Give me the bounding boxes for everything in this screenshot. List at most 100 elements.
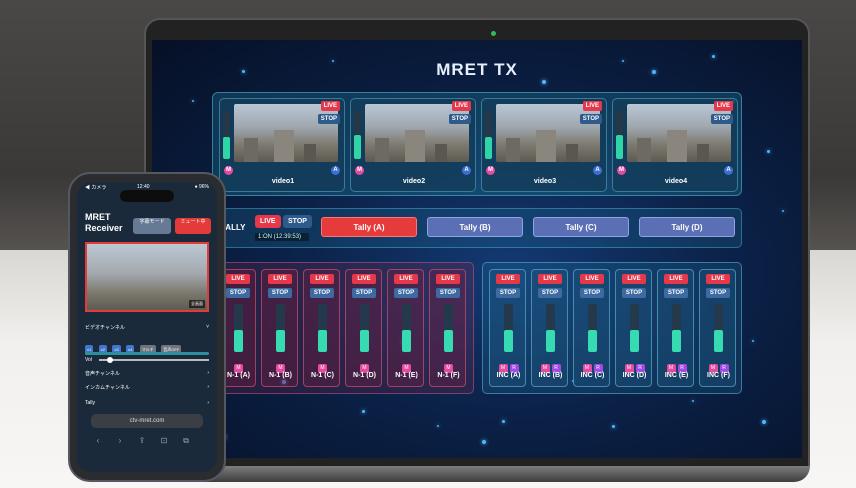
video-a-button[interactable]: A: [331, 166, 340, 175]
channel-live-button[interactable]: LIVE: [496, 274, 520, 284]
star-dot: [712, 55, 715, 58]
channel-stop-button[interactable]: STOP: [706, 288, 730, 298]
video-live-button[interactable]: LIVE: [582, 101, 602, 111]
star-dot: [767, 150, 770, 153]
inc-channel-4: LIVE STOP M R INC (D): [615, 269, 652, 387]
video-label: video1: [271, 178, 295, 185]
video-stop-button[interactable]: STOP: [317, 114, 340, 124]
channel-stop-button[interactable]: STOP: [622, 288, 646, 298]
n1-channel-4: LIVE STOP M N-1 (D): [345, 269, 382, 387]
channel-stop-button[interactable]: STOP: [580, 288, 604, 298]
channel-stop-button[interactable]: STOP: [352, 288, 376, 298]
channel-stop-button[interactable]: STOP: [436, 288, 460, 298]
channel-label: N-1 (B): [269, 372, 292, 379]
tally-row[interactable]: Tally ›: [85, 400, 209, 406]
intercom-channel-row[interactable]: インカムチャンネル ›: [85, 384, 209, 391]
channel-stop-button[interactable]: STOP: [310, 288, 334, 298]
video-thumbnail[interactable]: [234, 104, 338, 162]
status-back-label[interactable]: ◀ カメラ: [85, 184, 106, 191]
channel-live-button[interactable]: LIVE: [226, 274, 250, 284]
tally-stop-button[interactable]: STOP: [283, 215, 312, 228]
volume-slider[interactable]: [99, 357, 209, 363]
laptop-screen: MRET TX LIVE STOP M A video1 LIVE STOP M…: [152, 40, 802, 458]
video-thumbnail[interactable]: [627, 104, 731, 162]
video-a-button[interactable]: A: [462, 166, 471, 175]
tally-live-button[interactable]: LIVE: [255, 215, 281, 228]
channel-live-button[interactable]: LIVE: [268, 274, 292, 284]
intercom-channel-label: インカムチャンネル: [85, 385, 130, 391]
inc-channel-2: LIVE STOP M R INC (B): [531, 269, 568, 387]
tally-b-button[interactable]: Tally (B): [427, 217, 523, 237]
channel-level-meter: [672, 304, 681, 352]
bookmarks-icon[interactable]: ⊡: [153, 436, 175, 445]
tabs-icon[interactable]: ⧉: [175, 436, 197, 446]
video-card-1[interactable]: LIVE STOP M A video1: [219, 98, 345, 192]
back-icon[interactable]: ‹: [87, 436, 109, 445]
forward-icon[interactable]: ›: [109, 436, 131, 445]
channel-live-button[interactable]: LIVE: [436, 274, 460, 284]
video-stop-button[interactable]: STOP: [710, 114, 733, 124]
inc-channel-3: LIVE STOP M R INC (C): [573, 269, 610, 387]
video-card-3[interactable]: LIVE STOP M A video3: [481, 98, 607, 192]
inc-channel-1: LIVE STOP M R INC (A): [489, 269, 526, 387]
channel-live-button[interactable]: LIVE: [622, 274, 646, 284]
video-thumbnail[interactable]: [365, 104, 469, 162]
url-bar[interactable]: ctv-mret.com: [91, 414, 203, 428]
video-m-button[interactable]: M: [224, 166, 233, 175]
browser-nav-bar: ‹ › ⇪ ⊡ ⧉: [87, 436, 207, 446]
video-card-2[interactable]: LIVE STOP M A video2: [350, 98, 476, 192]
video-live-button[interactable]: LIVE: [320, 101, 340, 111]
phone-notch: [120, 190, 174, 202]
channel-live-button[interactable]: LIVE: [706, 274, 730, 284]
star-dot: [762, 420, 766, 424]
video-m-button[interactable]: M: [355, 166, 364, 175]
audio-channel-row[interactable]: 音声チャンネル ›: [85, 370, 209, 377]
receiver-video[interactable]: 全画面: [85, 242, 209, 312]
video-a-button[interactable]: A: [724, 166, 733, 175]
channel-live-button[interactable]: LIVE: [310, 274, 334, 284]
volume-knob[interactable]: [107, 357, 113, 363]
chevron-down-icon: ˅: [206, 324, 209, 330]
channel-live-button[interactable]: LIVE: [538, 274, 562, 284]
video-m-button[interactable]: M: [617, 166, 626, 175]
video-label: video2: [402, 178, 426, 185]
channel-label: N-1 (F): [437, 372, 460, 379]
channel-live-button[interactable]: LIVE: [394, 274, 418, 284]
channel-stop-button[interactable]: STOP: [226, 288, 250, 298]
video-stop-button[interactable]: STOP: [448, 114, 471, 124]
video-thumbnail[interactable]: [496, 104, 600, 162]
channel-live-button[interactable]: LIVE: [352, 274, 376, 284]
tally-d-button[interactable]: Tally (D): [639, 217, 735, 237]
video-stop-button[interactable]: STOP: [579, 114, 602, 124]
star-dot: [502, 420, 505, 423]
channel-live-button[interactable]: LIVE: [580, 274, 604, 284]
star-dot: [192, 100, 194, 102]
webcam-indicator: [491, 31, 496, 36]
video-label: video4: [664, 178, 688, 185]
channel-level-meter: [318, 304, 327, 352]
level-fill: [444, 330, 453, 352]
tally-a-button[interactable]: Tally (A): [321, 217, 417, 237]
video-progress-bar[interactable]: [85, 352, 209, 355]
share-icon[interactable]: ⇪: [131, 436, 153, 445]
channel-stop-button[interactable]: STOP: [538, 288, 562, 298]
channel-live-button[interactable]: LIVE: [664, 274, 688, 284]
video-channel-row[interactable]: ビデオチャンネル ˅: [85, 324, 209, 331]
mute-button[interactable]: ミュート中: [175, 218, 211, 234]
channel-label: INC (E): [664, 372, 689, 379]
channel-stop-button[interactable]: STOP: [496, 288, 520, 298]
channel-stop-button[interactable]: STOP: [394, 288, 418, 298]
video-live-button[interactable]: LIVE: [713, 101, 733, 111]
video-live-button[interactable]: LIVE: [451, 101, 471, 111]
tally-c-button[interactable]: Tally (C): [533, 217, 629, 237]
video-m-button[interactable]: M: [486, 166, 495, 175]
level-fill: [588, 330, 597, 352]
n1-channel-panel: LIVE STOP M N-1 (A) LIVE STOP M N-1 (B) LIVE STOP…: [212, 262, 474, 394]
fullscreen-label[interactable]: 全画面: [189, 300, 205, 308]
star-dot: [542, 80, 546, 84]
caption-mode-button[interactable]: 字幕モード: [133, 218, 171, 234]
video-a-button[interactable]: A: [593, 166, 602, 175]
channel-stop-button[interactable]: STOP: [664, 288, 688, 298]
channel-stop-button[interactable]: STOP: [268, 288, 292, 298]
video-card-4[interactable]: LIVE STOP M A video4: [612, 98, 738, 192]
